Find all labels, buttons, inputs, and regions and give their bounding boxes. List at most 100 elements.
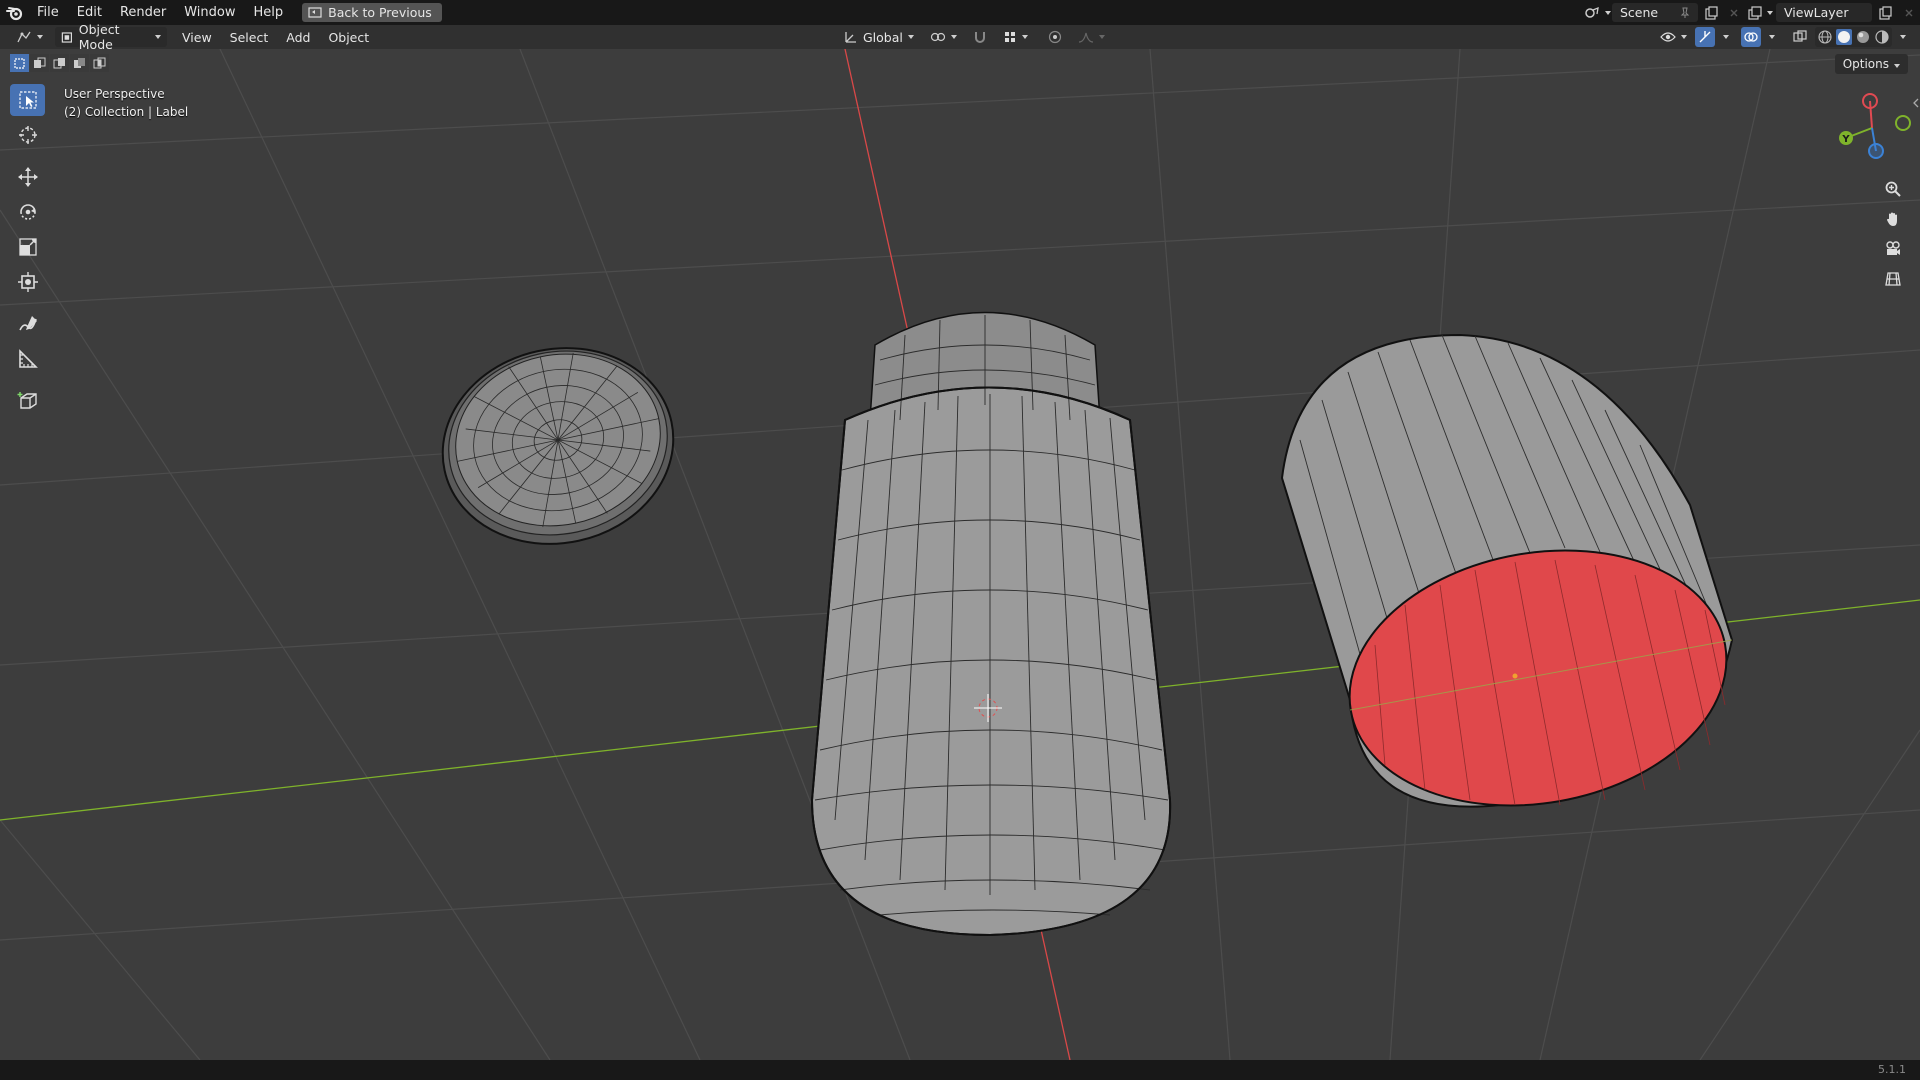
navigation-controls [1878,174,1908,294]
menu-window[interactable]: Window [175,0,244,25]
options-dropdown[interactable]: Options [1834,54,1908,74]
screen-icon [308,6,322,18]
version-label: 5.1.1 [1878,1063,1906,1076]
menu-file[interactable]: File [28,0,68,25]
layers-icon [1748,5,1762,20]
viewport-header: Object Mode View Select Add Object Globa… [0,22,1920,52]
zoom-icon[interactable] [1878,174,1908,204]
view-layer-name-field[interactable]: ViewLayer [1776,3,1872,22]
snap-grid-icon [1004,32,1015,42]
solid-shading-icon[interactable] [1836,29,1852,45]
gizmo-toggle[interactable] [1695,27,1715,47]
selection-mode-group [10,54,109,72]
overlays-dropdown[interactable] [1763,27,1781,47]
camera-view-icon[interactable] [1878,234,1908,264]
select-subtract-icon[interactable] [50,54,69,72]
move-icon[interactable] [10,161,45,193]
pivot-icon [930,32,945,42]
transform-orientation-dropdown[interactable]: Global [838,27,920,47]
rendered-shading-icon[interactable] [1874,29,1890,45]
scene-browse-button[interactable] [1584,6,1612,20]
measure-icon[interactable] [10,343,45,375]
cursor-icon[interactable] [10,119,45,151]
viewport-scene [0,49,1920,1060]
back-to-previous-label: Back to Previous [328,5,432,20]
navigation-gizmo[interactable]: Y [1832,88,1912,168]
snap-toggle[interactable] [967,27,993,47]
3d-viewport[interactable]: User Perspective (2) Collection | Label … [0,49,1920,1060]
scene-selectors: Scene ViewLayer [1584,0,1920,25]
shading-mode-group [1815,27,1892,47]
scene-icon [1585,6,1599,18]
material-shading-icon[interactable] [1855,29,1871,45]
proportional-editing-toggle[interactable] [1042,27,1068,47]
add-cube-icon[interactable] [10,385,45,417]
new-view-layer-button[interactable] [1872,5,1898,20]
viewport-display-controls [1654,27,1912,47]
object-mode-icon [61,31,72,43]
rotate-icon[interactable] [10,196,45,228]
mode-dropdown[interactable]: Object Mode [55,22,167,52]
scene-name-field[interactable]: Scene [1612,3,1698,22]
transform-controls: Global [838,27,1111,47]
menu-add[interactable]: Add [277,30,319,45]
pivot-point-dropdown[interactable] [924,27,963,47]
transform-orientation-label: Global [863,29,903,45]
menu-help[interactable]: Help [245,0,293,25]
viewport-info: User Perspective (2) Collection | Label [64,85,188,121]
collection-info-label: (2) Collection | Label [64,105,189,119]
transform-icon[interactable] [10,266,45,298]
top-menu-bar: File Edit Render Window Help Back to Pre… [0,0,1920,25]
duplicate-icon [1705,5,1718,20]
menu-select[interactable]: Select [221,30,278,45]
magnet-icon [974,32,985,43]
falloff-icon [1078,32,1093,43]
eye-icon [1660,32,1676,42]
remove-scene-button[interactable] [1724,8,1744,18]
select-new-icon[interactable] [10,54,29,72]
select-invert-icon[interactable] [70,54,89,72]
editor-type-button[interactable] [10,27,49,47]
menu-view[interactable]: View [173,30,221,45]
status-bar: 5.1.1 [0,1060,1920,1080]
view-layer-browse-button[interactable] [1748,5,1776,20]
close-icon [1730,9,1738,16]
scale-icon[interactable] [10,231,45,263]
proportional-icon [1048,30,1061,44]
mode-label: Object Mode [78,22,120,52]
remove-view-layer-button[interactable] [1898,8,1920,18]
pin-icon[interactable] [1680,7,1690,19]
wireframe-shading-icon[interactable] [1817,29,1833,45]
blender-logo-icon[interactable] [2,0,28,25]
shading-dropdown[interactable] [1894,27,1912,47]
new-scene-button[interactable] [1698,5,1724,20]
options-label: Options [1842,57,1889,71]
visibility-dropdown[interactable] [1654,27,1693,47]
sidebar-toggle-chevron-icon[interactable] [1912,97,1920,109]
3d-viewport-icon [17,31,31,43]
gizmo-y-label: Y [1841,134,1850,145]
proportional-falloff-dropdown[interactable] [1072,27,1111,47]
select-intersect-icon[interactable] [90,54,109,72]
view-layer-name: ViewLayer [1784,5,1849,20]
duplicate-icon [1879,5,1892,20]
select-box-icon[interactable] [10,84,45,116]
scene-name: Scene [1620,5,1659,20]
back-to-previous-button[interactable]: Back to Previous [302,3,442,22]
tool-shelf [10,84,45,420]
pan-hand-icon[interactable] [1878,204,1908,234]
annotate-icon[interactable] [10,308,45,340]
perspective-toggle-icon[interactable] [1878,264,1908,294]
select-extend-icon[interactable] [30,54,49,72]
orientation-global-icon [845,32,856,43]
close-icon [1905,9,1913,16]
gizmo-icon [1699,31,1711,43]
overlays-icon [1744,32,1758,42]
menu-object[interactable]: Object [319,30,378,45]
xray-toggle[interactable] [1787,27,1813,47]
overlays-toggle[interactable] [1741,27,1761,47]
perspective-label: User Perspective [64,87,165,101]
gizmo-dropdown[interactable] [1717,27,1735,47]
snap-target-dropdown[interactable] [997,27,1034,47]
xray-icon [1793,30,1807,42]
